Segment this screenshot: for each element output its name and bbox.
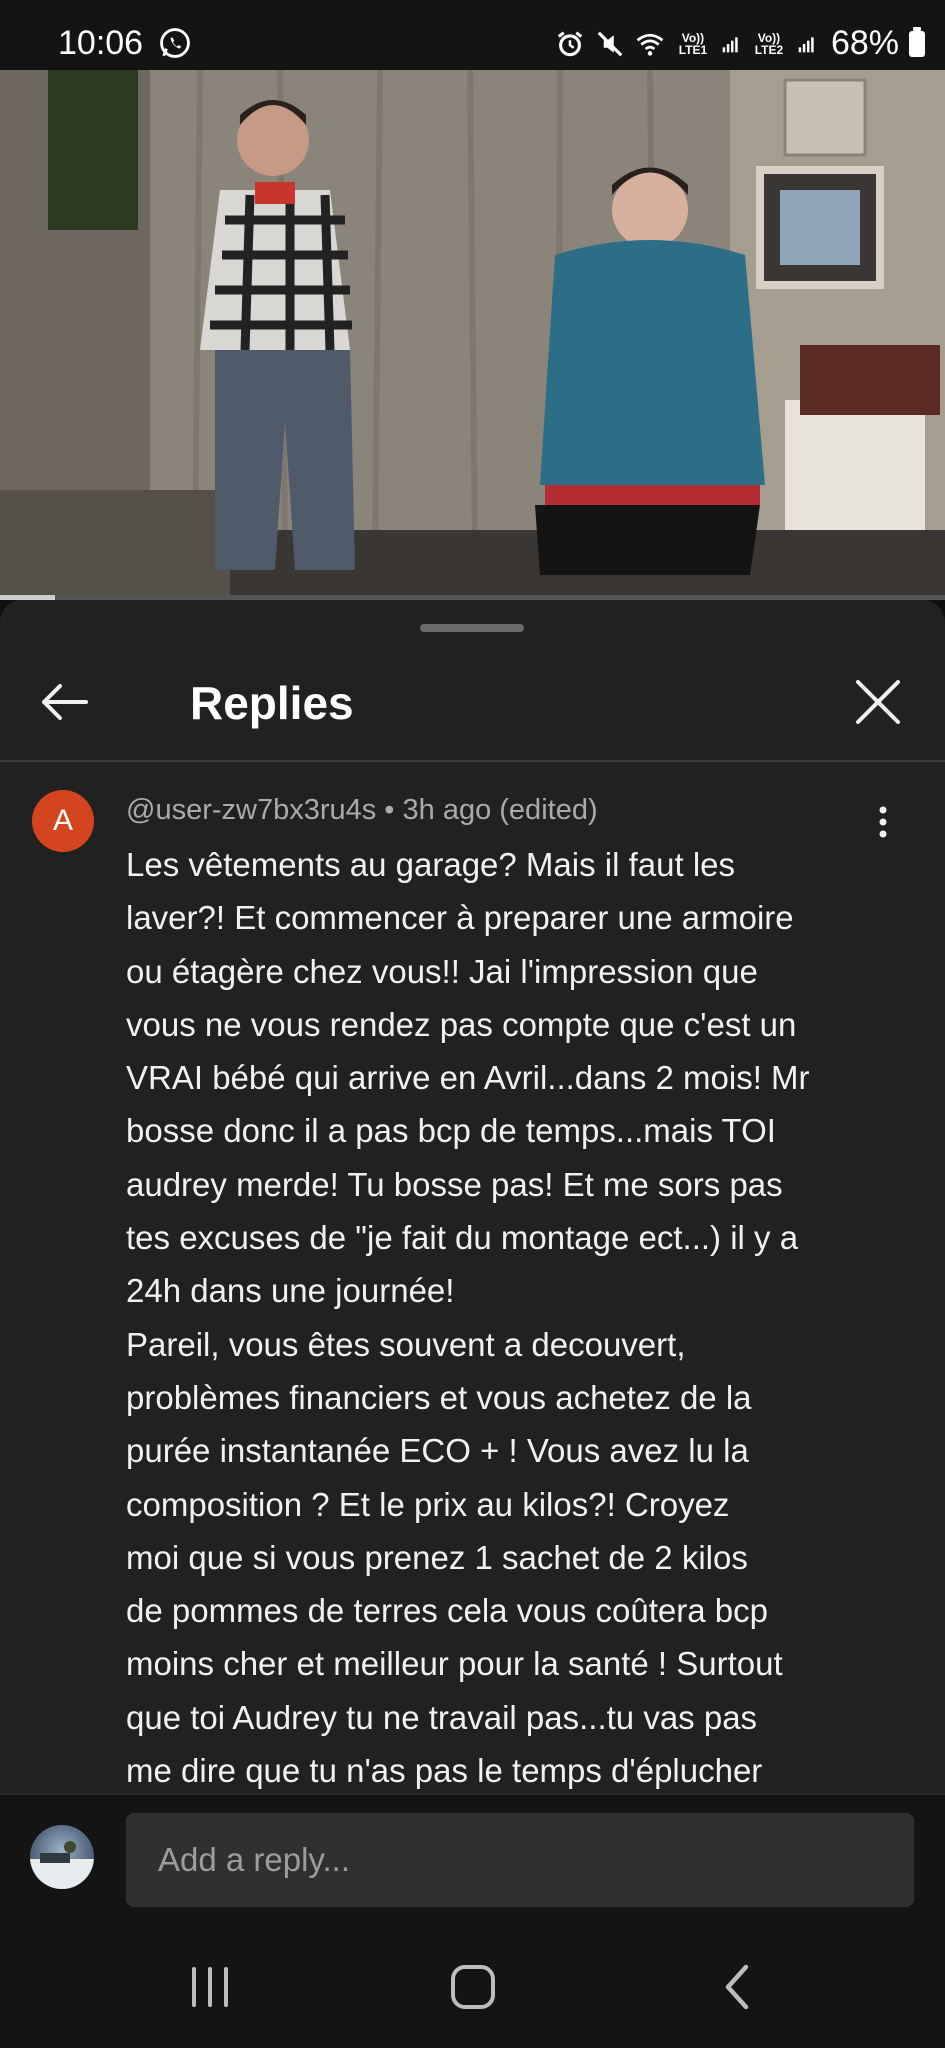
user-avatar[interactable] bbox=[30, 1825, 94, 1889]
comment-line: Les vêtements au garage? Mais il faut le… bbox=[126, 846, 736, 883]
comment-line: bosse donc il a pas bcp de temps...mais … bbox=[126, 1112, 776, 1150]
status-time: 10:06 bbox=[58, 24, 144, 62]
more-options-icon[interactable] bbox=[868, 802, 898, 842]
battery-percent: 68% bbox=[830, 24, 899, 62]
comment-line: moins cher et meilleur pour la santé ! S… bbox=[126, 1645, 783, 1683]
home-icon[interactable] bbox=[443, 1957, 503, 2017]
mute-icon bbox=[597, 31, 623, 56]
comment-meta: @user-zw7bx3ru4s • 3h ago (edited) bbox=[126, 794, 598, 826]
wifi-icon bbox=[636, 33, 664, 56]
recents-icon[interactable] bbox=[180, 1957, 240, 2017]
video-frame bbox=[0, 70, 945, 598]
replies-sheet: Replies A @user-zw7bx3ru4s • 3h ago (edi… bbox=[0, 600, 945, 1800]
arrow-left-icon[interactable] bbox=[34, 672, 94, 732]
comment-line: vous ne vous rendez pas compte que c'est… bbox=[126, 1005, 797, 1043]
comment-line: que toi Audrey tu ne travail pas...tu va… bbox=[126, 1698, 758, 1736]
drag-handle[interactable] bbox=[420, 624, 524, 632]
status-bar: 10:06 Vo)) LTE1 Vo)) LTE2 68% bbox=[0, 0, 945, 70]
header-divider bbox=[0, 760, 945, 762]
signal-icon bbox=[798, 36, 814, 52]
comment-line: ou étagère chez vous!! Jai l'impression … bbox=[126, 952, 758, 990]
comment-line: problèmes financiers et vous achetez de … bbox=[126, 1378, 752, 1416]
comment-line: audrey merde! Tu bosse pas! Et me sors p… bbox=[126, 1165, 783, 1203]
signal-icon bbox=[722, 36, 738, 52]
comment-line: me dire que tu n'as pas le temps d'épluc… bbox=[126, 1752, 763, 1790]
comment-line: moi que si vous prenez 1 sachet de 2 kil… bbox=[126, 1538, 748, 1576]
reply-input[interactable] bbox=[126, 1813, 914, 1907]
comment-line: VRAI bébé qui arrive en Avril...dans 2 m… bbox=[126, 1059, 810, 1097]
reply-composer bbox=[0, 1793, 945, 1923]
comment-line: purée instantanée ECO + ! Vous avez lu l… bbox=[126, 1432, 749, 1470]
comment-line: Pareil, vous êtes souvent a decouvert, bbox=[126, 1325, 686, 1363]
comment-text: Les vêtements au garage? Mais il faut le… bbox=[126, 838, 886, 1797]
app-screen: 10:06 Vo)) LTE1 Vo)) LTE2 68% Replies A … bbox=[0, 0, 945, 2048]
alarm-icon bbox=[557, 31, 583, 56]
comment-line: laver?! Et commencer à preparer une armo… bbox=[126, 899, 794, 937]
network-lte2: Vo)) LTE2 bbox=[754, 30, 784, 57]
close-icon[interactable] bbox=[848, 672, 908, 732]
battery-icon bbox=[909, 26, 925, 57]
user-avatar-image bbox=[30, 1841, 94, 1889]
video-player[interactable] bbox=[0, 70, 945, 598]
comment-line: de pommes de terres cela vous coûtera bc… bbox=[126, 1592, 769, 1630]
back-chevron-icon[interactable] bbox=[708, 1957, 768, 2017]
sheet-header: Replies bbox=[0, 650, 945, 760]
system-nav-bar bbox=[0, 1923, 945, 2048]
whatsapp-icon bbox=[160, 28, 190, 58]
comment-line: tes excuses de "je fait du montage ect..… bbox=[126, 1219, 799, 1257]
network-lte1: Vo)) LTE1 bbox=[678, 30, 708, 57]
comment-avatar[interactable]: A bbox=[32, 790, 94, 852]
comment-line: composition ? Et le prix au kilos?! Croy… bbox=[126, 1485, 730, 1523]
status-icons: Vo)) LTE1 Vo)) LTE2 68% bbox=[555, 24, 925, 63]
comment-line: 24h dans une journée! bbox=[126, 1272, 455, 1310]
sheet-title: Replies bbox=[190, 677, 354, 729]
